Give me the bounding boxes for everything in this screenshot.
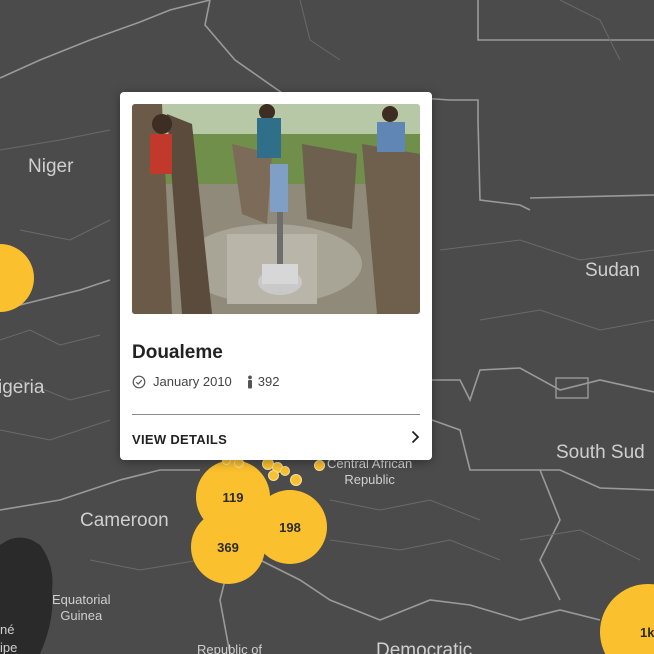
person-icon	[246, 375, 254, 389]
cluster-marker-369[interactable]: 369	[191, 510, 265, 584]
label-central-african-republic: Central African Republic	[327, 456, 412, 488]
car-line-2: Republic	[344, 472, 395, 487]
eq-guinea-line-1: Equatorial	[52, 592, 111, 607]
point-marker[interactable]	[268, 470, 279, 481]
project-popup: Doualeme January 2010 392 VIEW DETAILS	[120, 92, 432, 460]
point-marker[interactable]	[290, 474, 302, 486]
check-circle-icon	[132, 375, 146, 389]
eq-guinea-line-2: Guinea	[60, 608, 103, 623]
project-photo	[132, 104, 420, 314]
label-republic-of: Republic of	[197, 642, 263, 654]
chevron-right-icon	[410, 430, 420, 449]
project-meta: January 2010 392	[132, 374, 279, 389]
project-date: January 2010	[153, 374, 232, 389]
view-details-button[interactable]: VIEW DETAILS	[132, 428, 420, 450]
point-marker[interactable]	[314, 460, 325, 471]
label-niger: Niger	[28, 156, 74, 177]
abyei-box	[555, 377, 589, 399]
popup-title: Doualeme	[132, 342, 223, 363]
label-nigeria: igeria	[0, 377, 45, 398]
label-left-edge-2: ipe	[0, 640, 18, 654]
point-marker[interactable]	[280, 466, 290, 476]
divider	[132, 414, 420, 415]
label-equatorial-guinea: Equatorial Guinea	[52, 592, 111, 624]
project-photo-image	[132, 104, 420, 314]
people-count: 392	[257, 374, 280, 389]
view-details-label: VIEW DETAILS	[132, 431, 228, 447]
label-left-edge-1: né	[0, 622, 15, 637]
label-south-sudan: South Sud	[556, 442, 645, 463]
label-sudan: Sudan	[585, 260, 640, 281]
label-democratic: Democratic	[376, 640, 473, 654]
label-cameroon: Cameroon	[80, 510, 169, 531]
